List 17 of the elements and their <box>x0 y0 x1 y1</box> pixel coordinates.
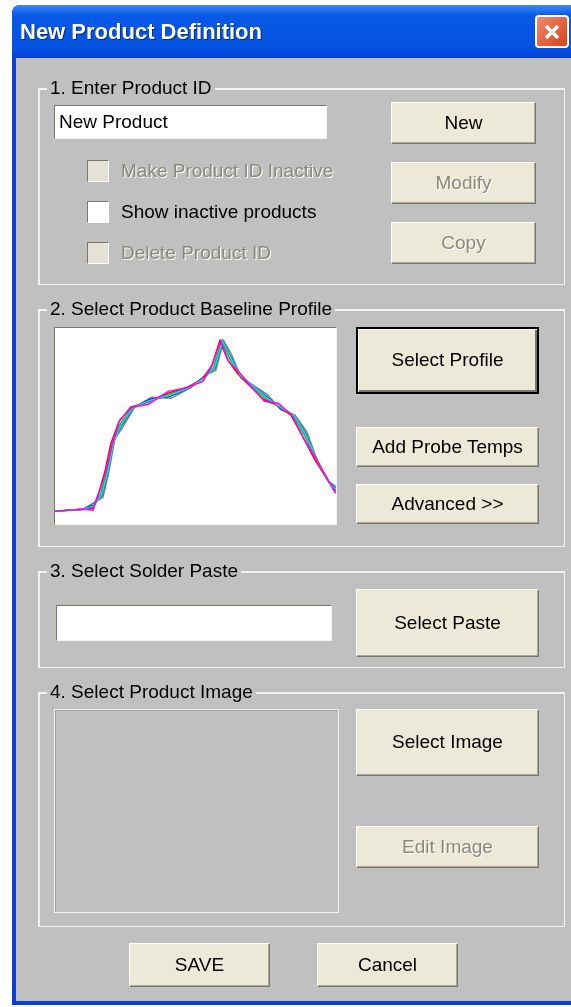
checkbox-label: Show inactive products <box>121 199 317 224</box>
advanced-button[interactable]: Advanced >> <box>356 484 539 524</box>
close-icon <box>543 22 561 41</box>
solder-paste-field[interactable] <box>56 605 332 641</box>
save-button[interactable]: SAVE <box>129 943 270 987</box>
select-image-button[interactable]: Select Image <box>356 709 539 776</box>
window-title: New Product Definition <box>20 18 262 46</box>
select-profile-button[interactable]: Select Profile <box>356 327 539 394</box>
checkbox-label: Delete Product ID <box>121 240 271 265</box>
checkbox-label: Make Product ID Inactive <box>121 158 334 183</box>
product-id-field[interactable]: New Product <box>54 105 327 139</box>
close-button[interactable] <box>535 15 569 48</box>
select-paste-button[interactable]: Select Paste <box>356 589 539 657</box>
new-button[interactable]: New <box>391 102 536 144</box>
cancel-button[interactable]: Cancel <box>317 943 458 987</box>
checkbox[interactable] <box>87 201 109 223</box>
add-probe-temps-button[interactable]: Add Probe Temps <box>356 427 539 467</box>
